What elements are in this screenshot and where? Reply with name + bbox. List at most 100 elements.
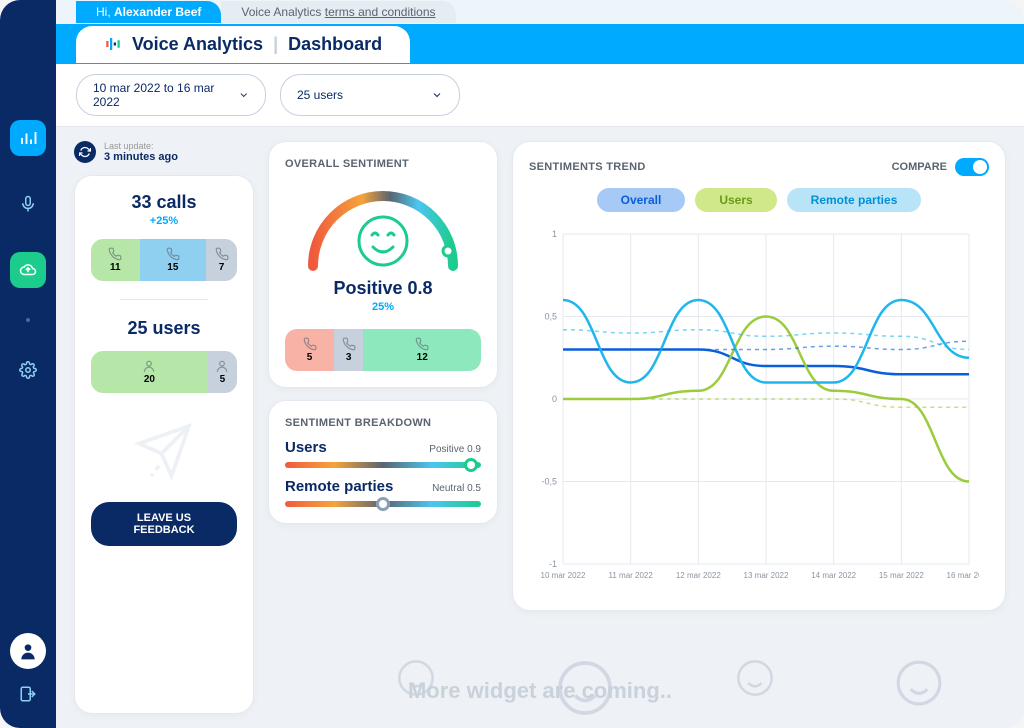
- svg-text:15 mar 2022: 15 mar 2022: [879, 571, 924, 580]
- logout-button[interactable]: [19, 685, 37, 708]
- svg-text:10 mar 2022: 10 mar 2022: [541, 571, 586, 580]
- segment[interactable]: 5: [285, 329, 334, 371]
- users-select[interactable]: 25 users: [280, 74, 460, 116]
- refresh-icon: [79, 146, 91, 158]
- col-sentiment: OVERALL SENTIMENT Positiv: [268, 141, 498, 714]
- overall-sentiment-title: OVERALL SENTIMENT: [285, 158, 481, 170]
- content: Last update: 3 minutes ago 33 calls +25%…: [56, 127, 1024, 728]
- gauge-arc: [293, 176, 473, 276]
- person-icon: [18, 641, 38, 661]
- users-segments: 205: [91, 351, 237, 393]
- trend-chart: 10,50-0,5-110 mar 202211 mar 202212 mar …: [529, 224, 979, 604]
- users-value: 25 users: [297, 88, 343, 102]
- compare-label: COMPARE: [892, 161, 947, 173]
- legend-pill[interactable]: Remote parties: [787, 188, 922, 212]
- terms-link[interactable]: terms and conditions: [325, 5, 436, 19]
- sidebar: [0, 0, 56, 728]
- legend-pill[interactable]: Users: [695, 188, 776, 212]
- svg-text:13 mar 2022: 13 mar 2022: [744, 571, 789, 580]
- segment[interactable]: 15: [140, 239, 206, 281]
- date-range-value: 10 mar 2022 to 16 mar 2022: [93, 81, 238, 109]
- breakdown-row: Remote parties Neutral 0.5: [285, 478, 481, 507]
- app-root: Hi, Alexander Beef Voice Analytics terms…: [0, 0, 1024, 728]
- trend-title: SENTIMENTS TREND: [529, 161, 646, 173]
- terms-banner: Voice Analytics terms and conditions: [221, 1, 455, 23]
- feedback-button[interactable]: LEAVE US FEEDBACK: [91, 502, 237, 546]
- paper-plane-icon: [134, 421, 194, 486]
- page-title: Dashboard: [288, 34, 382, 55]
- segment[interactable]: 7: [206, 239, 237, 281]
- last-update: Last update: 3 minutes ago: [74, 141, 254, 163]
- col-trend: SENTIMENTS TREND COMPARE Overall Users Rem…: [512, 141, 1006, 714]
- breakdown-slider[interactable]: [285, 501, 481, 507]
- svg-text:14 mar 2022: 14 mar 2022: [811, 571, 856, 580]
- footer-message: More widget are coming..: [408, 678, 672, 704]
- slider-knob[interactable]: [464, 458, 478, 472]
- calls-count: 33 calls: [131, 192, 196, 213]
- col-stats: Last update: 3 minutes ago 33 calls +25%…: [74, 141, 254, 714]
- sidebar-item-settings[interactable]: [10, 352, 46, 388]
- breakdown-slider[interactable]: [285, 462, 481, 468]
- trend-card: SENTIMENTS TREND COMPARE Overall Users Rem…: [512, 141, 1006, 611]
- svg-text:12 mar 2022: 12 mar 2022: [676, 571, 721, 580]
- svg-text:-1: -1: [549, 559, 557, 569]
- legend-pill[interactable]: Overall: [597, 188, 686, 212]
- slider-knob[interactable]: [376, 497, 390, 511]
- filters-bar: 10 mar 2022 to 16 mar 2022 25 users: [56, 64, 1024, 127]
- smiley-icon: [359, 217, 407, 265]
- main-area: Hi, Alexander Beef Voice Analytics terms…: [56, 0, 1024, 728]
- greeting-name: Alexander Beef: [114, 5, 201, 19]
- calls-delta: +25%: [150, 215, 178, 227]
- breakdown-value: Positive 0.9: [429, 444, 481, 455]
- compare-toggle-wrap: COMPARE: [892, 158, 989, 176]
- segment[interactable]: 3: [334, 329, 363, 371]
- refresh-button[interactable]: [74, 141, 96, 163]
- sidebar-item-recordings[interactable]: [10, 186, 46, 222]
- svg-text:1: 1: [552, 229, 557, 239]
- breakdown-name: Remote parties: [285, 478, 393, 495]
- calls-segments: 11157: [91, 239, 237, 281]
- segment[interactable]: 5: [208, 351, 237, 393]
- user-avatar[interactable]: [10, 633, 46, 669]
- gauge: Positive 0.8 25%: [285, 176, 481, 313]
- sentiment-segments: 5312: [285, 329, 481, 371]
- cloud-upload-icon: [19, 261, 37, 279]
- sidebar-item-upload[interactable]: [10, 252, 46, 288]
- segment[interactable]: 20: [91, 351, 208, 393]
- chevron-down-icon: [238, 89, 249, 101]
- sidebar-dot: [26, 318, 30, 322]
- breakdown-title: SENTIMENT BREAKDOWN: [285, 417, 481, 429]
- chart-bar-icon: [19, 129, 37, 147]
- sidebar-bottom: [10, 633, 46, 708]
- trend-header: SENTIMENTS TREND COMPARE: [529, 158, 989, 176]
- svg-text:16 mar 2022: 16 mar 2022: [947, 571, 979, 580]
- breakdown-row: Users Positive 0.9: [285, 439, 481, 468]
- svg-text:-0,5: -0,5: [541, 477, 557, 487]
- segment[interactable]: 11: [91, 239, 140, 281]
- overall-sentiment-card: OVERALL SENTIMENT Positiv: [268, 141, 498, 388]
- microphone-icon: [19, 195, 37, 213]
- topbar: Hi, Alexander Beef Voice Analytics terms…: [56, 0, 1024, 24]
- svg-text:11 mar 2022: 11 mar 2022: [609, 571, 654, 580]
- breakdown-name: Users: [285, 439, 327, 456]
- sentiment-label: Positive 0.8: [333, 278, 432, 299]
- logo-icon: [104, 35, 122, 53]
- header: Voice Analytics | Dashboard: [56, 24, 1024, 64]
- date-range-select[interactable]: 10 mar 2022 to 16 mar 2022: [76, 74, 266, 116]
- gear-icon: [19, 361, 37, 379]
- header-sep: |: [273, 34, 278, 55]
- divider: [120, 299, 208, 300]
- stats-card: 33 calls +25% 11157 25 users 205 LEAVE U…: [74, 175, 254, 714]
- users-count: 25 users: [127, 318, 200, 339]
- logout-icon: [19, 685, 37, 703]
- app-name: Voice Analytics: [132, 34, 263, 55]
- sidebar-item-dashboard[interactable]: [10, 120, 46, 156]
- breakdown-card: SENTIMENT BREAKDOWN Users Positive 0.9 Rem…: [268, 400, 498, 524]
- chevron-down-icon: [431, 89, 443, 101]
- terms-prefix: Voice Analytics: [241, 5, 324, 19]
- last-update-label: Last update:: [104, 141, 178, 151]
- segment[interactable]: 12: [363, 329, 481, 371]
- compare-toggle[interactable]: [955, 158, 989, 176]
- header-tab: Voice Analytics | Dashboard: [76, 26, 410, 63]
- breakdown-value: Neutral 0.5: [432, 483, 481, 494]
